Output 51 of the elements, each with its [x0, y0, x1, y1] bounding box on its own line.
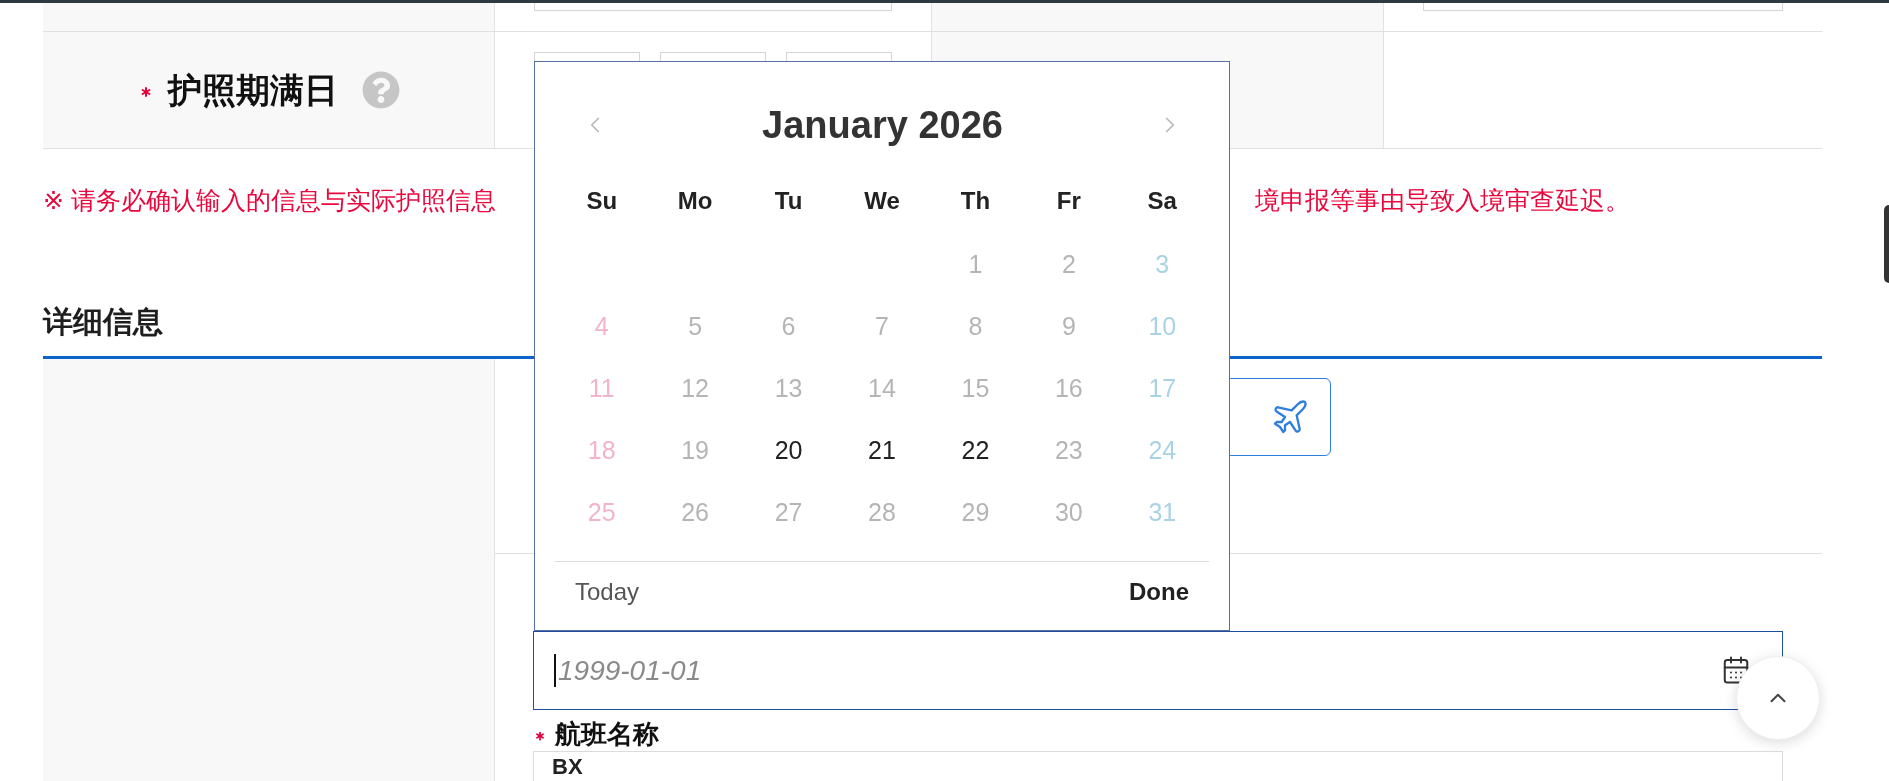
notice-text: ※ 请务必确认输入的信息与实际护照信息	[43, 185, 496, 216]
calendar-day: 3	[1155, 249, 1170, 279]
calendar-day: 10	[1148, 311, 1177, 341]
notice-text: 境申报等事由导致入境审查延迟。	[1255, 185, 1630, 216]
weekday-label: Tu	[774, 186, 803, 216]
calendar-day: 13	[774, 373, 803, 403]
text-field[interactable]: BX	[533, 751, 1783, 781]
calendar-day: 1	[968, 249, 983, 279]
done-button[interactable]: Done	[1129, 577, 1189, 607]
calendar-day: 9	[1061, 311, 1076, 341]
calendar-day: 17	[1148, 373, 1177, 403]
calendar-day: 18	[587, 435, 616, 465]
calendar-day: 19	[681, 435, 710, 465]
weekday-label: Sa	[1147, 186, 1177, 216]
calendar-day: 11	[588, 373, 615, 403]
calendar-day: 24	[1148, 435, 1177, 465]
calendar-day: 28	[868, 497, 896, 527]
calendar-day[interactable]: 22	[961, 435, 990, 465]
calendar-day: 26	[681, 497, 710, 527]
month-title: January 2026	[762, 103, 1003, 148]
calendar-day: 8	[968, 311, 983, 341]
side-handle[interactable]	[1884, 205, 1889, 283]
calendar-day[interactable]: 21	[868, 435, 896, 465]
calendar-day: 30	[1054, 497, 1083, 527]
weekday-label: Th	[960, 186, 991, 216]
calendar-icon[interactable]	[1721, 655, 1751, 685]
calendar-day: 2	[1061, 249, 1076, 279]
calendar-day: 6	[781, 311, 796, 341]
weekday-label: We	[864, 186, 900, 216]
calendar-day: 31	[1148, 497, 1177, 527]
section-title: 详细信息	[43, 304, 163, 340]
weekday-label: Fr	[1056, 186, 1081, 216]
calendar-day: 12	[681, 373, 710, 403]
today-button[interactable]: Today	[575, 577, 640, 607]
calendar-day: 4	[594, 311, 609, 341]
calendar-day: 25	[587, 497, 616, 527]
calendar-day: 5	[688, 311, 703, 341]
text-cursor	[554, 654, 556, 687]
calendar-day: 29	[961, 497, 990, 527]
date-field[interactable]: 1999-01-01	[533, 631, 1783, 710]
calendar-day: 15	[961, 373, 990, 403]
field-label: 护照期满日	[167, 70, 338, 110]
calendar-day: 23	[1054, 435, 1083, 465]
calendar-day: 14	[868, 373, 896, 403]
calendar-day: 7	[875, 311, 889, 341]
calendar-day: 16	[1054, 373, 1083, 403]
calendar-day: 27	[774, 497, 803, 527]
calendar-day[interactable]: 20	[774, 435, 803, 465]
weekday-label: Su	[586, 186, 618, 216]
weekday-label: Mo	[677, 186, 713, 216]
field-label: 航班名称	[555, 719, 659, 749]
